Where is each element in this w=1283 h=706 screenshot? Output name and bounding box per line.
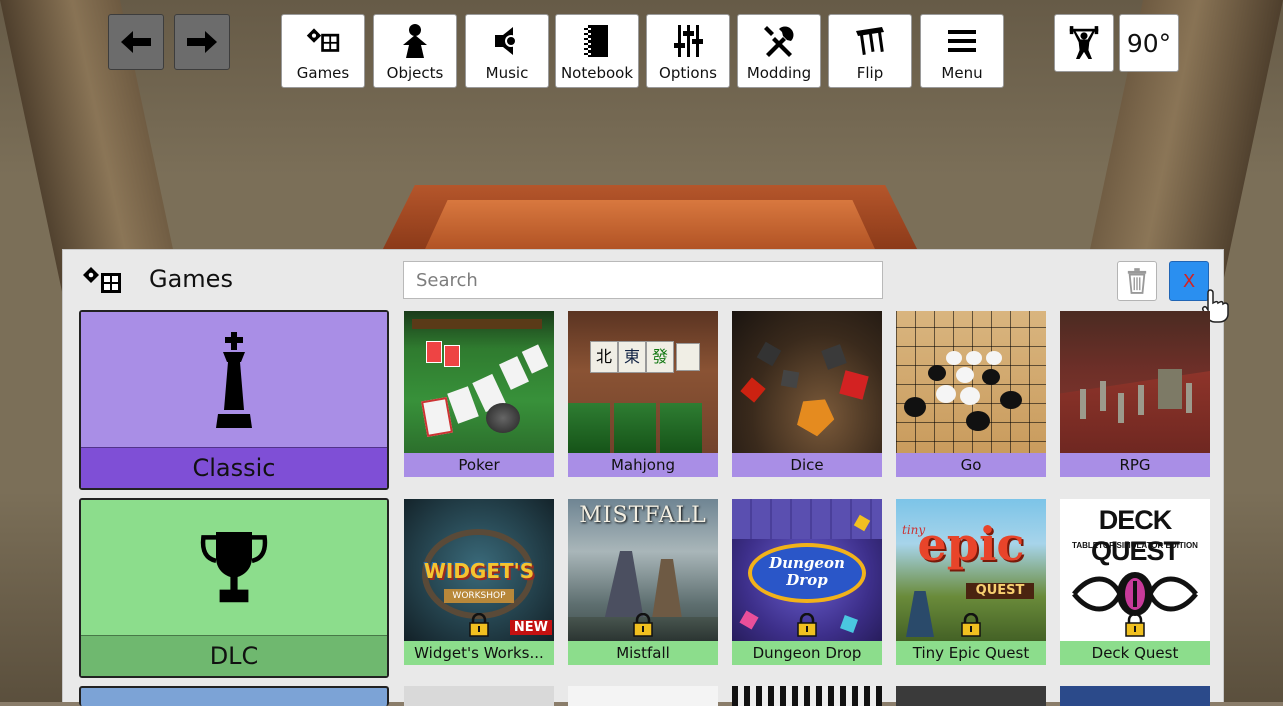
notebook-tool-label: Notebook	[560, 64, 634, 82]
mahjong-tile: 北	[590, 341, 618, 373]
physics-button[interactable]	[1054, 14, 1114, 72]
game-label: Dungeon Drop	[732, 641, 882, 665]
game-tile-widgets-workshop[interactable]: WIDGET'S WORKSHOP NEW Widget's Works...	[404, 499, 554, 665]
sliders-icon	[674, 25, 703, 57]
hamburger-icon	[948, 30, 976, 52]
speaker-icon	[495, 27, 517, 55]
delete-button[interactable]	[1117, 261, 1157, 301]
category-classic[interactable]: Classic	[79, 310, 389, 490]
tiny-epic-sub: QUEST	[966, 583, 1034, 599]
lock-icon	[1125, 613, 1145, 637]
game-tile-deck-quest[interactable]: DECK QUEST TABLETOP SIMULATOR EDITION De…	[1060, 499, 1210, 665]
mahjong-thumbnail: 北 東 發	[568, 311, 718, 461]
game-label: Go	[896, 453, 1046, 477]
modding-tool-label: Modding	[746, 64, 812, 82]
game-label: Deck Quest	[1060, 641, 1210, 665]
poker-thumbnail	[404, 311, 554, 461]
game-tile-dice[interactable]: Dice	[732, 311, 882, 477]
trophy-icon	[200, 532, 268, 603]
menu-tool-label: Menu	[941, 64, 983, 82]
options-tool-button[interactable]: Options	[646, 14, 730, 88]
game-label: Dice	[732, 453, 882, 477]
search-input[interactable]	[403, 261, 883, 299]
panel-title: Games	[149, 265, 233, 293]
music-tool-button[interactable]: Music	[465, 14, 549, 88]
flip-tool-button[interactable]: Flip	[828, 14, 912, 88]
notebook-tool-button[interactable]: Notebook	[555, 14, 639, 88]
flip-tool-label: Flip	[856, 64, 884, 82]
rotation-snap-button[interactable]: 90°	[1119, 14, 1179, 72]
weightlifter-icon	[1069, 26, 1099, 59]
objects-tool-button[interactable]: Objects	[373, 14, 457, 88]
game-label: Mistfall	[568, 641, 718, 665]
pawn-icon	[403, 24, 427, 58]
back-button[interactable]	[108, 14, 164, 70]
category-dlc[interactable]: DLC	[79, 498, 389, 678]
game-tile-tiny-epic-quest[interactable]: tiny epic QUEST Tiny Epic Quest	[896, 499, 1046, 665]
chess-king-icon	[216, 332, 252, 428]
game-tile-partial[interactable]	[1060, 686, 1210, 706]
options-tool-label: Options	[659, 64, 717, 82]
game-tile-partial[interactable]	[568, 686, 718, 706]
games-tool-label: Games	[296, 64, 350, 82]
game-tile-poker[interactable]: Poker	[404, 311, 554, 477]
tentacle-eye-icon	[1072, 572, 1198, 616]
games-tool-button[interactable]: Games	[281, 14, 365, 88]
modding-tool-button[interactable]: Modding	[737, 14, 821, 88]
category-dlc-label: DLC	[81, 635, 387, 676]
widgets-logo-sub: WORKSHOP	[444, 589, 514, 603]
game-tile-rpg[interactable]: RPG	[1060, 311, 1210, 477]
games-panel: Games X Classic DLC	[62, 249, 1229, 706]
arrow-right-icon	[187, 31, 217, 53]
music-tool-label: Music	[485, 64, 529, 82]
game-tile-partial[interactable]	[896, 686, 1046, 706]
game-label: Widget's Works...	[404, 641, 554, 665]
game-label: Tiny Epic Quest	[896, 641, 1046, 665]
dice-thumbnail	[732, 311, 882, 461]
category-workshop[interactable]	[79, 686, 389, 706]
mistfall-logo: MISTFALL	[579, 503, 707, 528]
lock-icon	[633, 613, 653, 637]
lock-icon	[961, 613, 981, 637]
game-tile-dungeon-drop[interactable]: Dungeon Drop Dungeon Drop	[732, 499, 882, 665]
tiny-epic-logo: epic	[917, 517, 1025, 571]
trash-icon	[1127, 268, 1147, 294]
game-tile-mahjong[interactable]: 北 東 發 Mahjong	[568, 311, 718, 477]
deck-quest-sub: TABLETOP SIMULATOR EDITION	[1072, 541, 1198, 550]
menu-tool-button[interactable]: Menu	[920, 14, 1004, 88]
game-tile-partial[interactable]	[732, 686, 882, 706]
game-tile-go[interactable]: Go	[896, 311, 1046, 477]
notebook-icon	[584, 25, 608, 57]
game-label: Poker	[404, 453, 554, 477]
go-thumbnail	[896, 311, 1046, 461]
rpg-thumbnail	[1060, 311, 1210, 461]
widgets-logo: WIDGET'S	[423, 559, 535, 583]
mahjong-tile: 發	[646, 341, 674, 373]
rotation-value: 90°	[1126, 28, 1172, 58]
category-classic-label: Classic	[81, 447, 387, 488]
mahjong-tile: 東	[618, 341, 646, 373]
game-label: RPG	[1060, 453, 1210, 477]
games-icon	[306, 28, 340, 52]
game-tile-mistfall[interactable]: MISTFALL Mistfall	[568, 499, 718, 665]
deck-quest-logo: DECK QUEST	[1090, 505, 1180, 566]
forward-button[interactable]	[174, 14, 230, 70]
games-icon	[83, 267, 121, 293]
dungeon-drop-logo: Dungeon Drop	[769, 554, 845, 589]
flip-table-icon	[856, 27, 884, 55]
tools-icon	[764, 26, 794, 57]
lock-icon	[469, 613, 489, 637]
lock-icon	[797, 613, 817, 637]
game-tile-partial[interactable]	[404, 686, 554, 706]
game-label: Mahjong	[568, 453, 718, 477]
arrow-left-icon	[121, 31, 151, 53]
new-badge: NEW	[509, 620, 552, 635]
objects-tool-label: Objects	[386, 64, 444, 82]
